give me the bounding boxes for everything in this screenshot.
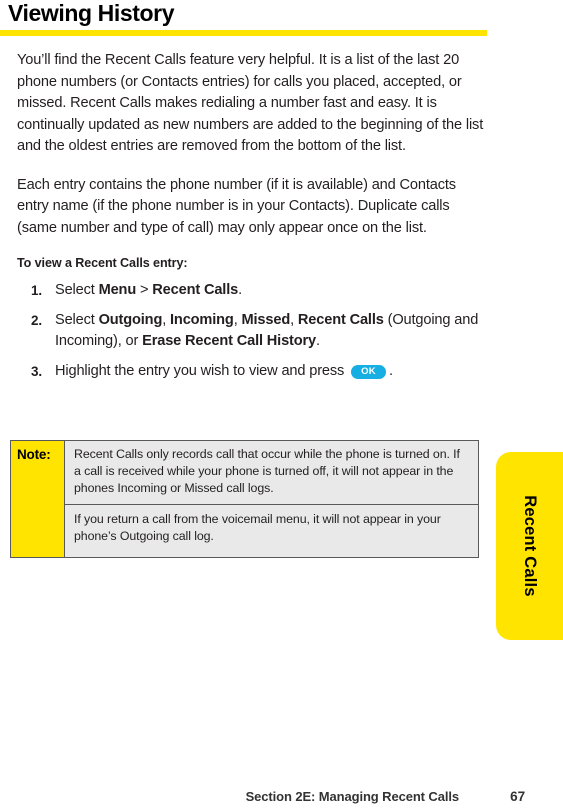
step-number: 1. (31, 283, 42, 298)
step-text-suffix: . (388, 363, 393, 379)
option-missed: Missed (241, 312, 291, 328)
menu-path-menu: Menu (98, 282, 137, 298)
step-number: 3. (31, 364, 42, 379)
step-text-prefix: Select (55, 312, 99, 328)
option-incoming: Incoming (170, 312, 234, 328)
note-label-cell: Note: (11, 441, 65, 558)
note-label: Note: (17, 447, 51, 462)
option-erase-recent-call-history: Erase Recent Call History (142, 333, 317, 349)
note-paragraph-2: If you return a call from the voicemail … (65, 503, 478, 557)
option-separator-3: , (290, 312, 298, 328)
section-thumb-tab: Recent Calls (496, 452, 563, 640)
step-text-suffix: . (316, 333, 320, 349)
page-title: Viewing History (8, 0, 175, 26)
step-text-prefix: Highlight the entry you wish to view and… (55, 363, 349, 379)
option-separator-1: , (162, 312, 171, 328)
footer-section-title: Section 2E: Managing Recent Calls (245, 789, 460, 804)
footer-page-number: 67 (510, 789, 525, 804)
step-text-prefix: Select (55, 282, 99, 298)
step-text-suffix: . (238, 282, 242, 298)
manual-page: Viewing History You’ll find the Recent C… (0, 0, 563, 810)
note-callout: Note: Recent Calls only records call tha… (10, 440, 479, 559)
title-accent-rule (0, 30, 487, 36)
section-thumb-tab-label: Recent Calls (521, 495, 539, 597)
step-item-2: 2. Select Outgoing, Incoming, Missed, Rec… (17, 310, 487, 352)
procedure-steps: 1. Select Menu > Recent Calls. 2. Select O… (17, 280, 487, 382)
ok-key-icon: OK (351, 365, 386, 379)
menu-path-separator: > (136, 282, 153, 298)
procedure-heading: To view a Recent Calls entry: (17, 256, 188, 270)
page-footer: Section 2E: Managing Recent Calls 67 (0, 789, 526, 804)
menu-path-recent-calls: Recent Calls (152, 282, 239, 298)
page-content: You’ll find the Recent Calls feature ver… (17, 50, 487, 391)
step-number: 2. (31, 313, 42, 328)
note-paragraph-1: Recent Calls only records call that occu… (74, 447, 460, 496)
option-separator-2: , (233, 312, 242, 328)
body-paragraph-1: You’ll find the Recent Calls feature ver… (17, 52, 484, 154)
body-paragraph-2: Each entry contains the phone number (if… (17, 176, 456, 236)
option-outgoing: Outgoing (98, 312, 163, 328)
step-item-3: 3. Highlight the entry you wish to view a… (17, 361, 487, 382)
step-item-1: 1. Select Menu > Recent Calls. (17, 280, 487, 301)
option-recent-calls: Recent Calls (297, 312, 384, 328)
note-body-cell: Recent Calls only records call that occu… (65, 441, 478, 558)
